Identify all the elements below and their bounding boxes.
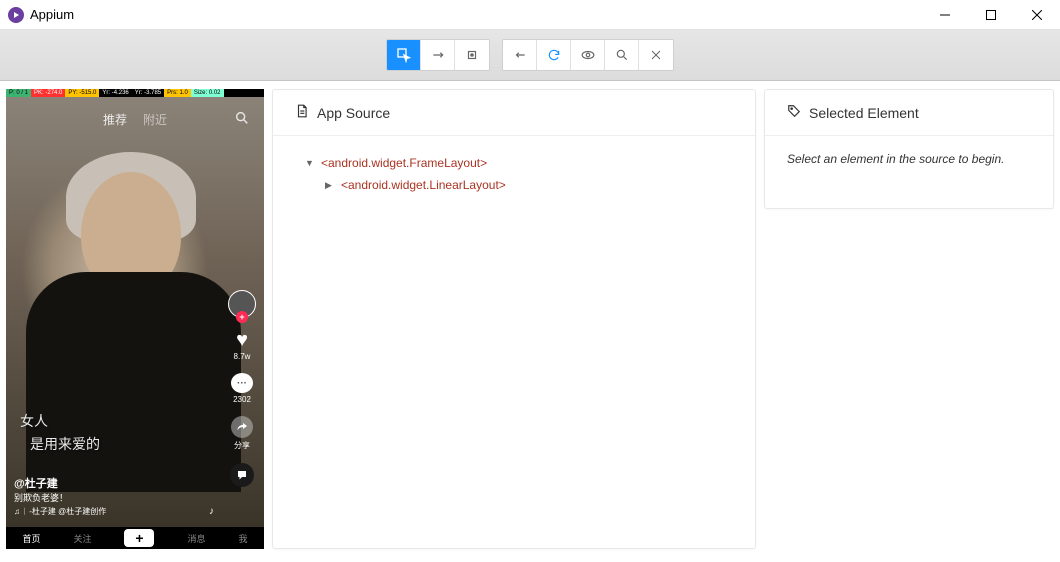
speech-icon: [230, 463, 254, 487]
caret-right-icon[interactable]: ▶: [325, 180, 335, 191]
share-button[interactable]: 分享: [231, 416, 253, 451]
back-button[interactable]: [503, 40, 537, 70]
title-bar: Appium: [0, 0, 1060, 30]
comment-count: 2302: [233, 395, 251, 404]
minimize-button[interactable]: [922, 0, 968, 30]
video-caption-overlay: 女人 是用来爱的: [20, 412, 100, 457]
status-prs: Prs: 1.0: [164, 89, 191, 97]
app-icon: [8, 7, 24, 23]
feed-top-tabs: 推荐 附近: [6, 111, 264, 128]
selected-element-header: Selected Element: [765, 90, 1053, 136]
author-username[interactable]: @杜子建: [14, 477, 214, 492]
tag-icon: [787, 104, 801, 121]
caret-down-icon[interactable]: ▼: [305, 158, 315, 168]
comment-icon: ···: [231, 373, 253, 393]
video-subtitle: 别欺负老婆！: [14, 492, 214, 505]
music-info[interactable]: ♫ ᛁ -杜子建 @杜子建创作: [14, 506, 106, 517]
caption-line-2: 是用来爱的: [30, 435, 100, 457]
nav-message[interactable]: 消息: [187, 532, 205, 545]
sound-disc[interactable]: [230, 463, 254, 487]
main-content: P: 0 / 1 PK: -274.0 PY: -515.0 Yr: -4.23…: [0, 81, 1060, 562]
share-icon: [231, 416, 253, 438]
music-note-icon: ♪: [209, 505, 214, 519]
author-avatar[interactable]: +: [228, 290, 256, 318]
status-size: Size: 0.02: [191, 89, 224, 97]
tree-root-label: <android.widget.FrameLayout>: [321, 156, 487, 170]
selected-element-empty: Select an element in the source to begin…: [765, 136, 1053, 182]
tree-node-root[interactable]: ▼ <android.widget.FrameLayout>: [295, 152, 733, 174]
search-icon[interactable]: [234, 110, 250, 129]
close-button[interactable]: [1014, 0, 1060, 30]
nav-me[interactable]: 我: [238, 532, 247, 545]
recording-button[interactable]: [571, 40, 605, 70]
like-button[interactable]: ♥ 8.7w: [234, 330, 251, 361]
selected-element-panel: Selected Element Select an element in th…: [764, 89, 1054, 209]
tap-button[interactable]: [455, 40, 489, 70]
app-source-panel: App Source ▼ <android.widget.FrameLayout…: [272, 89, 756, 549]
video-area: 推荐 附近 女人 是用来爱的 + ♥ 8.7w ···: [6, 97, 264, 527]
swipe-button[interactable]: [421, 40, 455, 70]
file-icon: [295, 104, 309, 121]
share-label: 分享: [234, 440, 250, 451]
device-screenshot[interactable]: P: 0 / 1 PK: -274.0 PY: -515.0 Yr: -4.23…: [6, 89, 264, 549]
tab-nearby[interactable]: 附近: [143, 111, 167, 128]
status-yr-b: Yr: -3.785: [132, 89, 164, 97]
selected-element-title: Selected Element: [809, 105, 919, 121]
tree-child-label: <android.widget.LinearLayout>: [341, 178, 506, 192]
maximize-button[interactable]: [968, 0, 1014, 30]
app-title: Appium: [30, 7, 74, 22]
nav-home[interactable]: 首页: [22, 532, 40, 545]
status-py: PY: -515.0: [65, 89, 99, 97]
comment-button[interactable]: ··· 2302: [231, 373, 253, 404]
device-status-bar: P: 0 / 1 PK: -274.0 PY: -515.0 Yr: -4.23…: [6, 89, 264, 97]
source-tree: ▼ <android.widget.FrameLayout> ▶ <androi…: [273, 136, 755, 212]
status-yr-a: Yr: -4.236: [99, 89, 131, 97]
quit-button[interactable]: [639, 40, 673, 70]
video-info: @杜子建 别欺负老婆！ ♫ ᛁ -杜子建 @杜子建创作 ♪: [14, 477, 214, 519]
heart-icon: ♥: [236, 330, 248, 350]
nav-follow[interactable]: 关注: [73, 532, 91, 545]
tree-node-child[interactable]: ▶ <android.widget.LinearLayout>: [295, 174, 733, 196]
like-count: 8.7w: [234, 352, 251, 361]
tab-recommend[interactable]: 推荐: [103, 111, 127, 128]
app-source-header: App Source: [273, 90, 755, 136]
bottom-nav: 首页 关注 + 消息 我: [6, 527, 264, 549]
status-p: P: 0 / 1: [6, 89, 31, 97]
side-action-bar: + ♥ 8.7w ··· 2302 分享: [228, 290, 256, 487]
select-element-button[interactable]: [387, 40, 421, 70]
caption-line-1: 女人: [20, 412, 100, 434]
refresh-button[interactable]: [537, 40, 571, 70]
status-pk: PK: -274.0: [31, 89, 65, 97]
nav-create-button[interactable]: +: [124, 529, 154, 547]
toolbar: [0, 30, 1060, 81]
window-controls: [922, 0, 1060, 30]
app-source-title: App Source: [317, 105, 390, 121]
search-button[interactable]: [605, 40, 639, 70]
